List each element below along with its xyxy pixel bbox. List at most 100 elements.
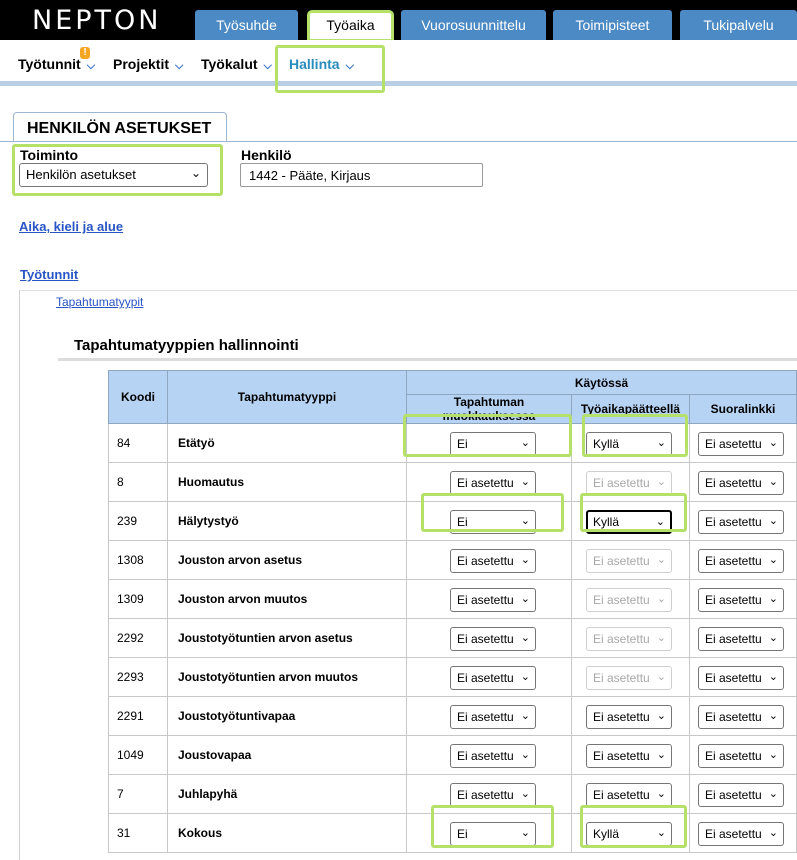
link-tapahtumatyypit[interactable]: Tapahtumatyypit <box>56 295 143 309</box>
nav-tyotunnit-label: Työtunnit <box>18 56 81 72</box>
nav-projektit[interactable]: Projektit ⌵ <box>113 56 183 73</box>
chevron-down-icon: ⌄ <box>656 749 666 761</box>
notification-badge: ! <box>80 47 90 59</box>
cell-c3: Ei asetettu ⌄ <box>689 618 797 658</box>
highlight-box <box>580 493 687 532</box>
top-bar: NEPTON Työsuhde Työaika Vuorosuunnittelu… <box>0 0 797 42</box>
chevron-down-icon: ⌄ <box>768 593 778 605</box>
chevron-down-icon: ⌄ <box>768 671 778 683</box>
cell-c1: Ei asetettu ⌄ <box>406 696 572 736</box>
suoralinkki-select[interactable]: Ei asetettu ⌄ <box>698 471 784 495</box>
chevron-down-icon: ⌄ <box>768 632 778 644</box>
muokkaus-select[interactable]: Ei asetettu ⌄ <box>450 588 536 612</box>
link-tyotunnit[interactable]: Työtunnit <box>20 267 78 282</box>
select-value: Ei asetettu <box>705 437 762 451</box>
link-aika-kieli-alue[interactable]: Aika, kieli ja alue <box>19 219 123 234</box>
row-event-type: Jouston arvon asetus <box>167 540 407 580</box>
suoralinkki-select[interactable]: Ei asetettu ⌄ <box>698 705 784 729</box>
suoralinkki-select[interactable]: Ei asetettu ⌄ <box>698 783 784 807</box>
row-code: 239 <box>108 501 168 541</box>
suoralinkki-select[interactable]: Ei asetettu ⌄ <box>698 744 784 768</box>
table-body: 84 Etätyö Ei ⌄ Kyllä ⌄ Ei asetettu ⌄ 8 Huomautus E… <box>108 423 797 853</box>
header-suoralinkki: Suoralinkki <box>689 394 797 424</box>
chevron-down-icon: ⌄ <box>768 788 778 800</box>
select-value: Ei asetettu <box>705 632 762 646</box>
cell-c2: Ei asetettu ⌄ <box>571 657 690 697</box>
cell-c3: Ei asetettu ⌄ <box>689 423 797 463</box>
row-event-type: Huomautus <box>167 462 407 502</box>
table-row: 1309 Jouston arvon muutos Ei asetettu ⌄ Ei a… <box>108 579 797 619</box>
chevron-down-icon: ⌄ <box>656 788 666 800</box>
muokkaus-select[interactable]: Ei asetettu ⌄ <box>450 666 536 690</box>
suoralinkki-select[interactable]: Ei asetettu ⌄ <box>698 666 784 690</box>
nepton-logo[interactable]: NEPTON <box>32 5 161 36</box>
chevron-down-icon: ⌄ <box>656 671 666 683</box>
cell-c3: Ei asetettu ⌄ <box>689 696 797 736</box>
muokkaus-select[interactable]: Ei asetettu ⌄ <box>450 744 536 768</box>
chevron-down-icon: ⌄ <box>768 437 778 449</box>
chevron-down-icon: ⌵ <box>263 60 272 72</box>
select-value: Ei asetettu <box>457 632 514 646</box>
suoralinkki-select[interactable]: Ei asetettu ⌄ <box>698 627 784 651</box>
tyoaikapaate-select[interactable]: Ei asetettu ⌄ <box>586 705 672 729</box>
select-value: Ei asetettu <box>705 593 762 607</box>
table-row: 2292 Joustotyötuntien arvon asetus Ei aset… <box>108 618 797 658</box>
highlight-box <box>580 805 687 848</box>
muokkaus-select[interactable]: Ei asetettu ⌄ <box>450 549 536 573</box>
row-event-type: Hälytystyö <box>167 501 407 541</box>
suoralinkki-select[interactable]: Ei asetettu ⌄ <box>698 549 784 573</box>
cell-c3: Ei asetettu ⌄ <box>689 813 797 853</box>
highlight-box <box>421 493 564 532</box>
tab-tyoaika[interactable]: Työaika <box>307 10 394 42</box>
muokkaus-select[interactable]: Ei asetettu ⌄ <box>450 627 536 651</box>
select-value: Ei asetettu <box>457 671 514 685</box>
row-code: 1049 <box>108 735 168 775</box>
chevron-down-icon: ⌄ <box>520 632 530 644</box>
tab-vuorosuunnittelu[interactable]: Vuorosuunnittelu <box>401 10 546 40</box>
suoralinkki-select[interactable]: Ei asetettu ⌄ <box>698 432 784 456</box>
row-code: 2292 <box>108 618 168 658</box>
select-value: Ei asetettu <box>457 593 514 607</box>
select-value: Ei asetettu <box>593 671 650 685</box>
tyoaikapaate-select[interactable]: Ei asetettu ⌄ <box>586 627 672 651</box>
tyoaikapaate-select[interactable]: Ei asetettu ⌄ <box>586 666 672 690</box>
chevron-down-icon: ⌄ <box>768 827 778 839</box>
cell-c3: Ei asetettu ⌄ <box>689 735 797 775</box>
suoralinkki-select[interactable]: Ei asetettu ⌄ <box>698 588 784 612</box>
tyoaikapaate-select[interactable]: Ei asetettu ⌄ <box>586 588 672 612</box>
tyoaikapaate-select[interactable]: Ei asetettu ⌄ <box>586 549 672 573</box>
row-event-type: Jouston arvon muutos <box>167 579 407 619</box>
select-value: Ei asetettu <box>705 476 762 490</box>
header-type: Tapahtumatyyppi <box>167 370 407 424</box>
cell-c2: Ei asetettu ⌄ <box>571 540 690 580</box>
chevron-down-icon: ⌄ <box>656 476 666 488</box>
chevron-down-icon: ⌄ <box>656 710 666 722</box>
chevron-down-icon: ⌄ <box>768 476 778 488</box>
tyoaikapaate-select[interactable]: Ei asetettu ⌄ <box>586 783 672 807</box>
chevron-down-icon: ⌄ <box>520 476 530 488</box>
chevron-down-icon: ⌄ <box>520 710 530 722</box>
nav-tyokalut-label: Työkalut <box>201 56 258 72</box>
nav-tyokalut[interactable]: Työkalut ⌵ <box>201 56 272 73</box>
highlight-box <box>275 45 385 93</box>
tyoaikapaate-select[interactable]: Ei asetettu ⌄ <box>586 471 672 495</box>
table-row: 1049 Joustovapaa Ei asetettu ⌄ Ei asetettu ⌄ E… <box>108 735 797 775</box>
select-value: Ei asetettu <box>593 554 650 568</box>
row-event-type: Joustotyötuntivapaa <box>167 696 407 736</box>
tab-tyosuhde[interactable]: Työsuhde <box>195 10 298 40</box>
cell-c3: Ei asetettu ⌄ <box>689 540 797 580</box>
tab-tukipalvelu[interactable]: Tukipalvelu <box>680 10 797 40</box>
cell-c3: Ei asetettu ⌄ <box>689 774 797 814</box>
tab-toimipisteet[interactable]: Toimipisteet <box>553 10 672 40</box>
cell-c1: Ei asetettu ⌄ <box>406 540 572 580</box>
muokkaus-select[interactable]: Ei asetettu ⌄ <box>450 471 536 495</box>
tyoaikapaate-select[interactable]: Ei asetettu ⌄ <box>586 744 672 768</box>
cell-c1: Ei asetettu ⌄ <box>406 618 572 658</box>
henkilo-field[interactable]: 1442 - Pääte, Kirjaus <box>240 163 483 187</box>
suoralinkki-select[interactable]: Ei asetettu ⌄ <box>698 822 784 846</box>
suoralinkki-select[interactable]: Ei asetettu ⌄ <box>698 510 784 534</box>
muokkaus-select[interactable]: Ei asetettu ⌄ <box>450 705 536 729</box>
section-title: Tapahtumatyyppien hallinnointi <box>74 337 299 354</box>
muokkaus-select[interactable]: Ei asetettu ⌄ <box>450 783 536 807</box>
chevron-down-icon: ⌄ <box>768 749 778 761</box>
